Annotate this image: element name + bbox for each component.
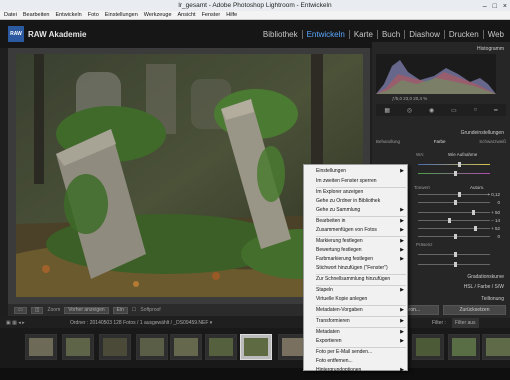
module-bibliothek[interactable]: Bibliothek: [259, 30, 302, 39]
filmstrip-source-info[interactable]: Ordner : 20140503 128 Fotos / 1 ausgewäh…: [70, 320, 212, 326]
module-web[interactable]: Web: [482, 30, 508, 39]
blacks-value[interactable]: 0: [497, 234, 500, 239]
context-menu: Einstellungen ▶ Im zweiten Fenster sperre…: [303, 164, 408, 373]
menu-item-go-to-folder[interactable]: Gehe zu Ordner in Bibliothek: [304, 197, 408, 206]
wb-label: WA:: [416, 152, 425, 157]
brand-logo: RAW: [8, 26, 24, 42]
exif-readout: ƒ/5,0 23,0 20,4 %: [392, 96, 428, 101]
whites-value[interactable]: + 52: [491, 226, 500, 231]
window-titlebar: lr_gesamt - Adobe Photoshop Lightroom - …: [0, 0, 510, 11]
treatment-tabs: Behandlung Farbe Schwarzweiß: [376, 139, 506, 144]
tone-curve-title[interactable]: Gradationskurve: [467, 274, 504, 280]
menu-item-metadata-presets[interactable]: Metadaten-Vorgaben ▶: [304, 306, 408, 315]
filmstrip-thumb[interactable]: [170, 334, 202, 360]
filmstrip-thumb-selected[interactable]: [240, 334, 272, 360]
menu-item-go-to-collection[interactable]: Gehe zu Sammlung ▶: [304, 206, 408, 215]
presence-label: Präsenz: [416, 242, 433, 247]
filmstrip-nav-icons[interactable]: ▣ ▦ ◂ ▸: [6, 318, 25, 328]
menu-item-set-color-label[interactable]: Farbmarkierung festlegen ▶: [304, 255, 408, 264]
filmstrip-thumb[interactable]: [412, 334, 444, 360]
softproof-label: Softproof: [140, 307, 161, 313]
exposure-value[interactable]: + 0,12: [487, 192, 500, 197]
radial-filter-icon[interactable]: ○: [474, 107, 478, 113]
menu-foto[interactable]: Foto: [88, 11, 99, 19]
menu-bearbeiten[interactable]: Bearbeiten: [23, 11, 50, 19]
softproof-checkbox[interactable]: ☐: [132, 307, 136, 313]
menu-hilfe[interactable]: Hilfe: [226, 11, 237, 19]
spot-removal-icon[interactable]: ◎: [407, 107, 412, 114]
module-entwickeln[interactable]: Entwickeln: [301, 30, 349, 39]
module-picker: Bibliothek Entwickeln Karte Buch Diashow…: [259, 30, 508, 39]
redeye-icon[interactable]: ◉: [429, 107, 434, 114]
tab-behandlung[interactable]: Behandlung: [376, 139, 400, 144]
reset-button[interactable]: Zurücksetzen: [443, 305, 506, 315]
menu-item-remove-photo[interactable]: Foto entfernen...: [304, 357, 408, 366]
highlights-value[interactable]: + 50: [491, 210, 500, 215]
menu-item-photo-merge[interactable]: Zusammenfügen von Fotos ▶: [304, 226, 408, 235]
split-toning-title[interactable]: Teiltonung: [481, 296, 504, 302]
filmstrip-thumb[interactable]: [62, 334, 94, 360]
menu-item-lock-second-window[interactable]: Im zweiten Fenster sperren: [304, 177, 408, 186]
module-karte[interactable]: Karte: [348, 30, 377, 39]
before-after-button[interactable]: Vorher anzeigen: [64, 306, 109, 314]
filmstrip: [0, 328, 510, 368]
menu-item-background-options[interactable]: Hintergrundoptionen ▶: [304, 366, 408, 375]
module-drucken[interactable]: Drucken: [443, 30, 483, 39]
filmstrip-thumb[interactable]: [482, 334, 510, 360]
module-buch[interactable]: Buch: [376, 30, 404, 39]
tab-farbe[interactable]: Farbe: [434, 139, 446, 144]
brand-name: RAW Akademie: [28, 30, 87, 39]
basic-panel-title[interactable]: Grundeinstellungen: [461, 130, 504, 136]
filter-label: Filter :: [432, 320, 446, 326]
contrast-value[interactable]: 0: [497, 200, 500, 205]
histogram-chart: [376, 54, 496, 94]
menu-item-export[interactable]: Exportieren ▶: [304, 337, 408, 346]
loupe-view-button[interactable]: ▭: [14, 306, 27, 314]
filmstrip-thumb[interactable]: [25, 334, 57, 360]
filmstrip-bar: ▣ ▦ ◂ ▸ Ordner : 20140503 128 Fotos / 1 …: [0, 318, 510, 328]
wb-select[interactable]: Wie Aufnahme: [448, 152, 477, 157]
compare-view-button[interactable]: ◫: [30, 306, 44, 314]
hsl-title[interactable]: HSL / Farbe / S/W: [464, 284, 504, 290]
tab-schwarzweiss[interactable]: Schwarzweiß: [479, 139, 506, 144]
menu-item-email-photo[interactable]: Foto per E-Mail senden...: [304, 348, 408, 357]
menu-werkzeuge[interactable]: Werkzeuge: [144, 11, 172, 19]
bottom-edge: [0, 368, 510, 380]
menu-item-edit-in[interactable]: Bearbeiten in ▶: [304, 217, 408, 226]
menu-ansicht[interactable]: Ansicht: [178, 11, 196, 19]
menu-item-set-rating[interactable]: Bewertung festlegen ▶: [304, 246, 408, 255]
zoom-label[interactable]: Zoom: [47, 307, 60, 313]
tool-strip: ▦ ◎ ◉ ▭ ○ ━: [376, 104, 506, 116]
menu-item-stacking[interactable]: Stapeln ▶: [304, 286, 408, 295]
menu-item-transform[interactable]: Transformieren ▶: [304, 317, 408, 326]
menu-bar: Datei Bearbeiten Entwickeln Foto Einstel…: [0, 11, 510, 20]
menu-item-add-keyword[interactable]: Stichwort hinzufügen ("Fenster"): [304, 264, 408, 273]
menu-item-set-flag[interactable]: Markierung festlegen ▶: [304, 237, 408, 246]
filmstrip-thumb[interactable]: [205, 334, 237, 360]
menu-entwickeln[interactable]: Entwickeln: [55, 11, 81, 19]
filmstrip-thumb[interactable]: [136, 334, 168, 360]
menu-item-virtual-copy[interactable]: Virtuelle Kopie anlegen: [304, 295, 408, 304]
menu-fenster[interactable]: Fenster: [202, 11, 221, 19]
crop-tool-icon[interactable]: ▦: [384, 107, 390, 114]
filmstrip-thumb[interactable]: [99, 334, 131, 360]
menu-einstellungen[interactable]: Einstellungen: [105, 11, 138, 19]
menu-item-show-in-explorer[interactable]: Im Explorer anzeigen: [304, 188, 408, 197]
menu-datei[interactable]: Datei: [4, 11, 17, 19]
menu-item-add-quick-collection[interactable]: Zur Schnellsammlung hinzufügen: [304, 275, 408, 284]
adjustment-brush-icon[interactable]: ━: [494, 107, 498, 114]
window-title: lr_gesamt - Adobe Photoshop Lightroom - …: [178, 2, 332, 9]
tone-label: Tonwert: [414, 185, 430, 190]
auto-button[interactable]: Autom.: [470, 185, 484, 190]
filmstrip-thumb[interactable]: [448, 334, 480, 360]
filter-select[interactable]: Filter aus: [452, 318, 479, 328]
shadows-value[interactable]: − 14: [491, 218, 500, 223]
histogram-title[interactable]: Histogramm: [477, 46, 504, 52]
graduated-filter-icon[interactable]: ▭: [451, 107, 457, 114]
module-diashow[interactable]: Diashow: [404, 30, 444, 39]
menu-item-metadata[interactable]: Metadaten ▶: [304, 328, 408, 337]
toggle-button[interactable]: Ein: [112, 306, 128, 314]
menu-item-einstellungen[interactable]: Einstellungen ▶: [304, 167, 408, 176]
